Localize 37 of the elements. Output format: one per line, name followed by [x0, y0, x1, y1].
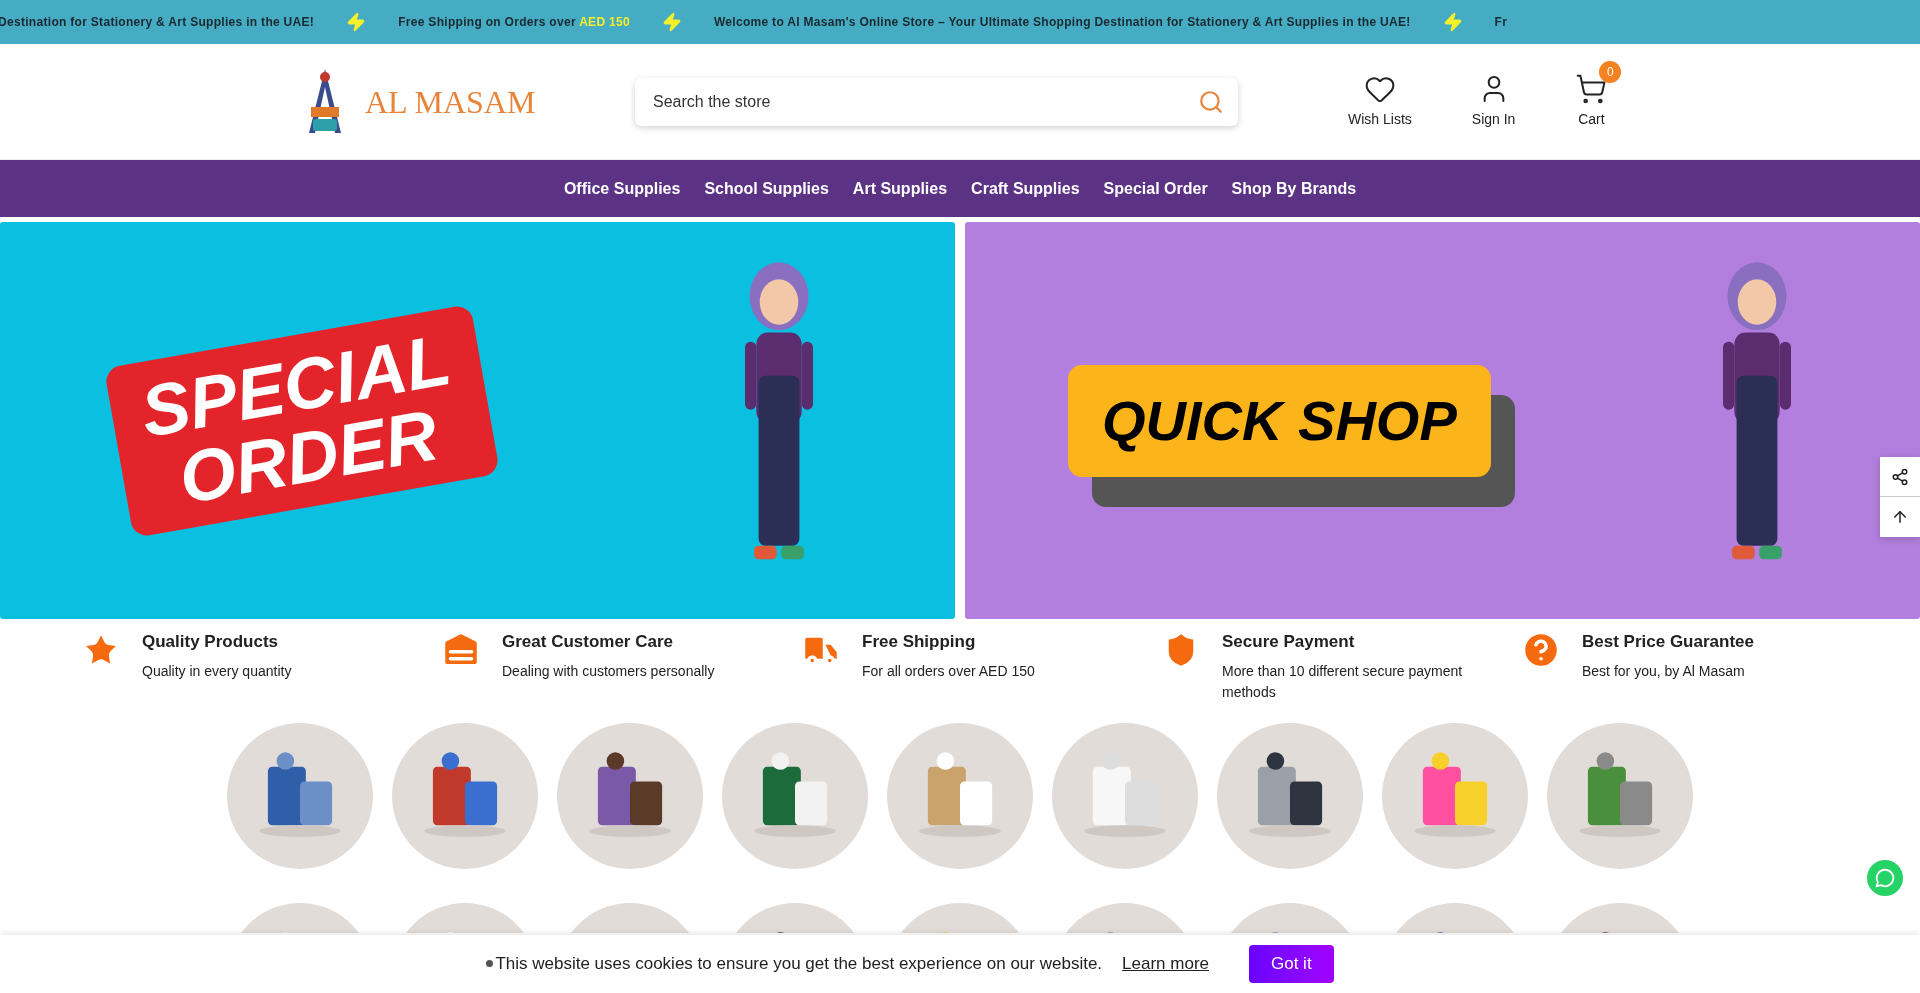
got-it-button[interactable]: Got it: [1249, 945, 1334, 983]
feature-text: For all orders over AED 150: [862, 661, 1036, 681]
feature-text: Best for you, by Al Masam: [1582, 661, 1746, 681]
lightning-icon: [661, 12, 682, 32]
cookie-text: This website uses cookies to ensure you get the best experience on our website.: [486, 951, 1103, 977]
chat-icon: [1874, 867, 1896, 889]
promo-banner[interactable]: SPECIAL ORDER: [0, 222, 955, 619]
announcement-text: Free Shipping on Orders over AED 150: [398, 14, 630, 31]
feature-title: Secure Payment: [1222, 631, 1356, 653]
nav-link[interactable]: Craft Supplies: [971, 176, 1080, 201]
account-button[interactable]: Sign In: [1471, 73, 1516, 130]
feature-text: Dealing with customers personally: [502, 661, 716, 681]
feature-title: Quality Products: [142, 631, 280, 653]
nav-link[interactable]: Art Supplies: [852, 176, 948, 201]
lightning-icon: [1442, 12, 1463, 32]
logo-text: AL MASAM: [365, 82, 536, 122]
share-icon: [1891, 467, 1909, 486]
nav-link[interactable]: Office Supplies: [563, 176, 681, 201]
nav-link[interactable]: Special Order: [1103, 176, 1208, 201]
learn-more-link[interactable]: Learn more: [1122, 951, 1209, 977]
nav-link[interactable]: Shop By Brands: [1231, 176, 1357, 201]
feature-text: Quality in every quantity: [142, 661, 293, 681]
feature-text: More than 10 different secure payment methods: [1222, 661, 1464, 702]
feature-title: Great Customer Care: [502, 631, 674, 653]
promo-banner[interactable]: QUICK SHOP: [965, 222, 1920, 619]
lightning-icon: [346, 12, 367, 32]
announcement-text: Welcome to Al Masam's Online Store – Your Ultimate Shopping Destination for Stationery & Art Supplies in the UAE!: [713, 14, 1411, 31]
feature-title: Free Shipping: [862, 631, 977, 653]
search-field[interactable]: Search the store: [635, 77, 1238, 126]
announcement-text: Fr: [1494, 14, 1508, 31]
search-icon[interactable]: [1198, 88, 1224, 115]
nav-link[interactable]: School Supplies: [704, 176, 829, 201]
feature-title: Best Price Guarantee: [1582, 631, 1755, 653]
chat-button[interactable]: [1867, 860, 1903, 896]
wishlist-button[interactable]: Wish Lists: [1348, 73, 1412, 130]
cart-count-badge: 0: [1599, 61, 1622, 83]
cart-icon: [1575, 73, 1608, 105]
